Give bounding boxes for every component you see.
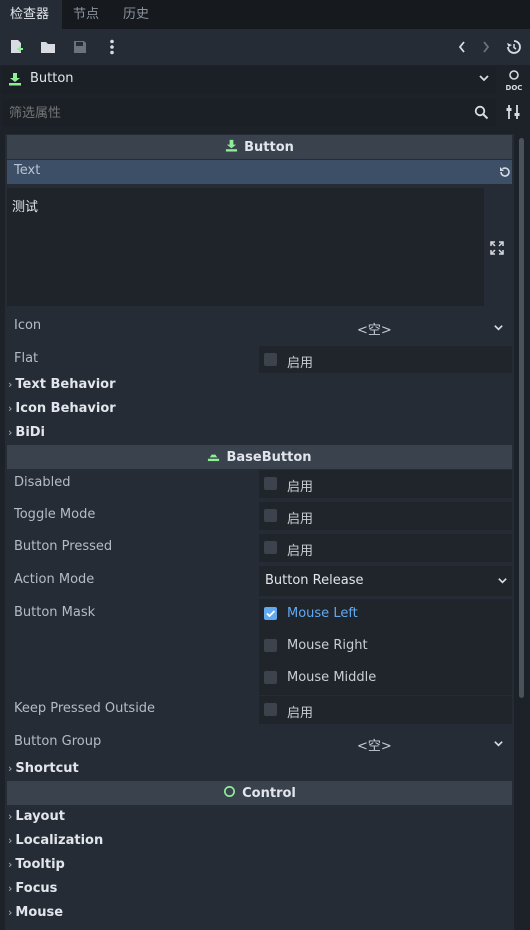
category-label: Shortcut <box>15 761 79 776</box>
inspector-toolbar <box>0 29 530 65</box>
button-pressed-property-label: Button Pressed <box>14 539 113 554</box>
filter-settings-icon[interactable] <box>504 103 524 123</box>
chevron-down-icon <box>497 575 508 590</box>
toggle-mode-property-label: Toggle Mode <box>14 507 96 522</box>
object-selector[interactable]: Button <box>2 66 496 94</box>
category-label: Text Behavior <box>15 377 116 392</box>
dock-tab-bar: 检查器 节点 历史 <box>0 0 530 29</box>
mouse-right-label: Mouse Right <box>287 638 368 653</box>
toggle-mode-checkbox-label: 启用 <box>287 512 314 527</box>
doc-help-icon[interactable]: DOC <box>502 69 526 93</box>
search-icon <box>474 105 489 124</box>
tab-history[interactable]: 历史 <box>123 0 149 29</box>
category-mouse[interactable]: › Mouse <box>8 905 63 920</box>
category-shortcut[interactable]: › Shortcut <box>8 761 79 776</box>
category-label: Localization <box>15 833 104 848</box>
filter-properties-field[interactable] <box>2 99 496 127</box>
filter-input[interactable] <box>2 99 472 127</box>
category-label: Mouse <box>15 905 64 920</box>
category-layout[interactable]: › Layout <box>8 809 65 824</box>
category-icon-behavior[interactable]: › Icon Behavior <box>8 401 116 416</box>
mouse-left-checkbox[interactable] <box>264 607 277 620</box>
category-label: BiDi <box>15 425 46 440</box>
button-node-icon <box>8 72 22 90</box>
text-property-label: Text <box>14 163 41 178</box>
open-folder-icon[interactable] <box>37 36 59 58</box>
control-node-icon <box>223 785 236 802</box>
disabled-checkbox-label: 启用 <box>287 480 314 495</box>
keep-pressed-checkbox-label: 启用 <box>287 706 314 721</box>
expand-icon[interactable] <box>490 241 504 259</box>
chevron-down-icon[interactable] <box>493 322 504 337</box>
button-mask-property-label: Button Mask <box>14 605 96 620</box>
text-property-header[interactable] <box>7 160 512 184</box>
text-edit-area[interactable]: 测试 <box>7 188 484 306</box>
more-icon[interactable] <box>101 36 123 58</box>
category-localization[interactable]: › Localization <box>8 833 103 848</box>
tab-node[interactable]: 节点 <box>73 0 99 29</box>
keep-pressed-checkbox[interactable] <box>264 703 277 716</box>
category-bidi[interactable]: › BiDi <box>8 425 45 440</box>
object-selector-value: Button <box>30 71 74 86</box>
text-value: 测试 <box>12 200 39 215</box>
section-basebutton: BaseButton <box>7 445 512 469</box>
category-label: Icon Behavior <box>15 401 116 416</box>
action-mode-value: Button Release <box>265 573 364 588</box>
button-group-value[interactable]: <空> <box>357 735 392 754</box>
disabled-checkbox[interactable] <box>264 477 277 490</box>
category-focus[interactable]: › Focus <box>8 881 57 896</box>
icon-property-label: Icon <box>14 318 42 333</box>
forward-icon[interactable] <box>475 36 497 58</box>
back-icon[interactable] <box>451 36 473 58</box>
new-resource-icon[interactable] <box>5 36 27 58</box>
action-mode-property-label: Action Mode <box>14 572 95 587</box>
doc-label: DOC <box>506 84 523 92</box>
button-pressed-checkbox[interactable] <box>264 541 277 554</box>
flat-checkbox[interactable] <box>264 353 277 366</box>
save-icon[interactable] <box>69 36 91 58</box>
chevron-down-icon <box>478 72 490 88</box>
icon-property-value[interactable]: <空> <box>357 319 392 338</box>
section-control: Control <box>7 781 512 805</box>
category-label: Tooltip <box>15 857 65 872</box>
keep-pressed-outside-property-label: Keep Pressed Outside <box>14 701 156 716</box>
category-text-behavior[interactable]: › Text Behavior <box>8 377 116 392</box>
section-title: Control <box>242 785 296 801</box>
basebutton-node-icon <box>207 449 220 466</box>
chevron-down-icon[interactable] <box>493 738 504 753</box>
flat-property-label: Flat <box>14 351 39 366</box>
button-node-icon <box>225 139 238 156</box>
section-button: Button <box>7 135 512 159</box>
mouse-left-label: Mouse Left <box>287 606 358 621</box>
history-icon[interactable] <box>503 36 525 58</box>
revert-icon[interactable] <box>498 165 512 183</box>
button-group-property-label: Button Group <box>14 734 102 749</box>
mouse-right-checkbox[interactable] <box>264 639 277 652</box>
section-title: Button <box>244 139 294 155</box>
mouse-middle-checkbox[interactable] <box>264 671 277 684</box>
mouse-middle-label: Mouse Middle <box>287 670 377 685</box>
category-label: Layout <box>15 809 65 824</box>
tab-inspector[interactable]: 检查器 <box>0 0 62 29</box>
disabled-property-label: Disabled <box>14 475 71 490</box>
section-title: BaseButton <box>226 449 312 465</box>
toggle-mode-checkbox[interactable] <box>264 509 277 522</box>
category-label: Focus <box>15 881 58 896</box>
flat-checkbox-label: 启用 <box>287 356 314 371</box>
category-tooltip[interactable]: › Tooltip <box>8 857 65 872</box>
button-pressed-checkbox-label: 启用 <box>287 544 314 559</box>
scrollbar[interactable] <box>519 138 524 698</box>
